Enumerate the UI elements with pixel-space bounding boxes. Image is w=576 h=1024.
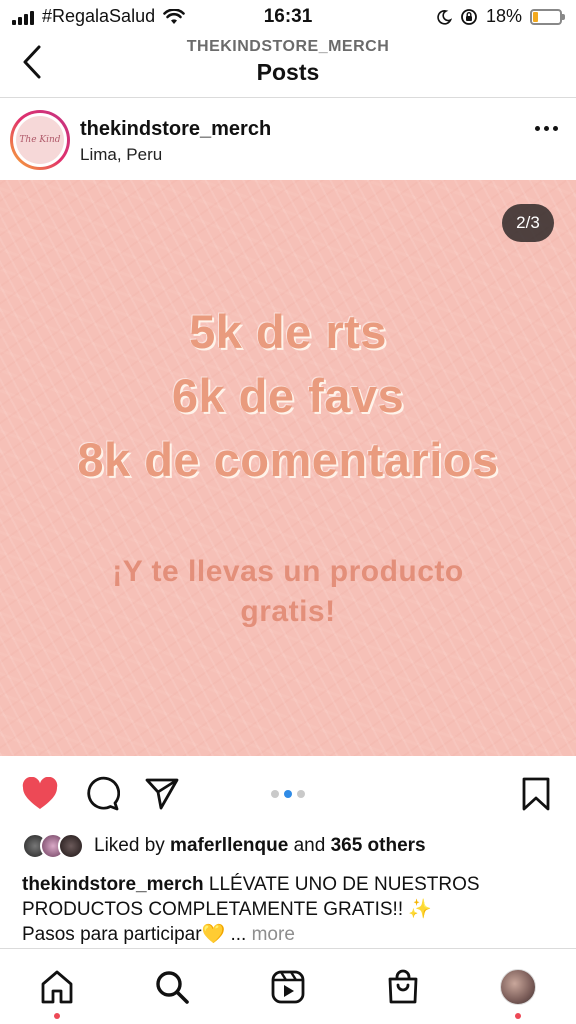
image-text-line-rts: 5k de rts xyxy=(189,305,387,358)
image-promo-text: ¡Y te llevas un producto gratis! xyxy=(0,552,576,632)
carousel-indicator xyxy=(0,790,576,798)
nav-search[interactable] xyxy=(152,967,192,1007)
page-title: Posts xyxy=(256,59,320,85)
post-username[interactable]: thekindstore_merch xyxy=(80,118,271,141)
moon-icon xyxy=(437,9,452,25)
more-dot-icon xyxy=(535,126,540,131)
status-right: 18% xyxy=(436,6,565,27)
liker-username[interactable]: maferllenque xyxy=(170,835,288,856)
image-text-line-favs: 6k de favs xyxy=(171,369,405,422)
battery-percent: 18% xyxy=(485,6,522,26)
liker-avatars xyxy=(22,833,84,859)
signal-icon xyxy=(12,9,34,25)
status-left: #RegalaSalud xyxy=(12,6,185,27)
nav-reels[interactable] xyxy=(268,967,308,1007)
home-icon xyxy=(41,970,73,1004)
caption-text-2: PRODUCTOS COMPLETAMENTE GRATIS!! ✨ xyxy=(22,899,433,920)
likes-row[interactable]: Liked by maferllenque and 365 others xyxy=(22,830,426,862)
caption-text-3: Pasos para participar💛 ... xyxy=(22,924,247,945)
save-button[interactable] xyxy=(516,774,556,814)
carousel-dot xyxy=(297,790,305,798)
store-logo: The Kind xyxy=(16,116,64,164)
home-notification-dot xyxy=(54,1013,60,1019)
rotation-lock-icon xyxy=(461,8,477,25)
carousel-counter: 2/3 xyxy=(502,204,554,242)
caption-text-1: LLÉVATE UNO DE NUESTROS xyxy=(203,874,480,895)
likes-text: Liked by maferllenque and 365 others xyxy=(94,835,426,856)
carrier-label: #RegalaSalud xyxy=(42,6,156,26)
carousel-dot xyxy=(284,790,292,798)
nav-home[interactable] xyxy=(37,967,77,1019)
post-header: The Kind thekindstore_merch Lima, Peru xyxy=(0,98,576,180)
nav-shop[interactable] xyxy=(383,967,423,1007)
search-icon xyxy=(156,971,189,1004)
liker-avatar xyxy=(58,833,84,859)
post-image[interactable]: 2/3 5k de rts 6k de favs 8k de comentari… xyxy=(0,180,576,756)
profile-avatar xyxy=(500,969,536,1005)
post-caption: thekindstore_merch LLÉVATE UNO DE NUESTR… xyxy=(22,872,542,947)
carousel-dot xyxy=(271,790,279,798)
image-text-line-comments: 8k de comentarios xyxy=(77,433,499,486)
post-location[interactable]: Lima, Peru xyxy=(80,145,162,165)
likes-count[interactable]: 365 others xyxy=(331,835,426,856)
post-actions xyxy=(0,756,576,832)
status-bar: #RegalaSalud 16:31 18% xyxy=(0,0,576,34)
battery-icon xyxy=(530,8,565,25)
image-text-block: 5k de rts 6k de favs 8k de comentarios xyxy=(0,300,576,492)
nav-profile[interactable] xyxy=(498,967,538,1019)
bookmark-icon xyxy=(522,777,550,811)
bottom-nav xyxy=(0,948,576,1024)
reels-icon xyxy=(271,970,305,1004)
caption-username[interactable]: thekindstore_merch xyxy=(22,874,204,895)
battery-level xyxy=(533,11,538,22)
profile-notification-dot xyxy=(515,1013,521,1019)
header-account-name: THEKINDSTORE_MERCH xyxy=(186,38,390,55)
top-header: THEKINDSTORE_MERCH Posts xyxy=(0,34,576,98)
caption-more-link[interactable]: more xyxy=(252,924,295,945)
promo-line-1: ¡Y te llevas un producto xyxy=(112,555,464,588)
wifi-icon xyxy=(163,8,185,24)
post-avatar[interactable]: The Kind xyxy=(10,110,70,170)
promo-line-2: gratis! xyxy=(240,595,336,628)
more-options-button[interactable] xyxy=(535,126,558,131)
shop-icon xyxy=(388,969,418,1004)
